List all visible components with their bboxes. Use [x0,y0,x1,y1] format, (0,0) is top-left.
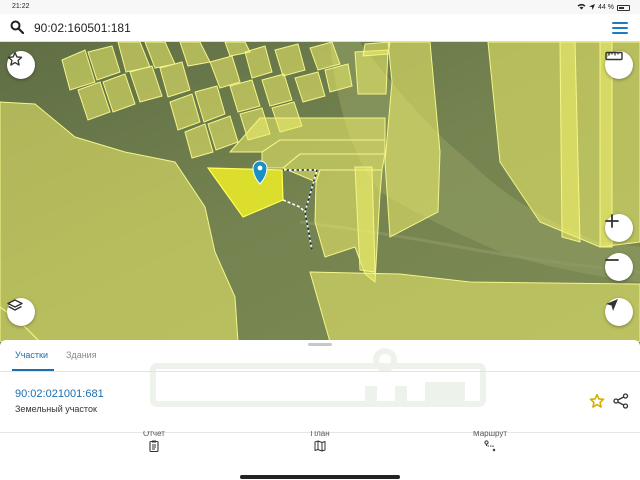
status-time: 21:22 [12,3,30,10]
home-indicator [240,475,400,479]
battery-percent: 44 % [598,4,614,11]
tab-parcels[interactable]: Участки [15,350,48,360]
parcel-info-sheet: Участки Здания 90:02:021001:681 Земельны… [0,340,640,432]
parcel-east-column[interactable] [384,42,441,238]
wifi-icon [577,3,586,12]
nav-report-label: Отчет [143,431,165,438]
nav-report-button[interactable]: Отчет [124,431,184,457]
map-canvas[interactable] [0,42,640,342]
nav-plan-button[interactable]: План [290,431,350,457]
route-icon [484,439,496,457]
nav-plan-label: План [310,431,330,438]
battery-icon [617,4,630,11]
my-location-button[interactable] [605,298,633,326]
zoom-in-button[interactable] [605,214,633,242]
search-input[interactable] [34,21,534,35]
map-icon [314,439,326,457]
parcel-cadastral-number[interactable]: 90:02:021001:681 [15,388,104,400]
nav-route-button[interactable]: Маршрут [460,431,520,457]
parcel-type-label: Земельный участок [15,404,97,414]
cadastral-map[interactable] [0,42,640,342]
clipboard-icon [149,439,159,457]
status-bar: 21:22 44 % [0,0,640,14]
nav-route-label: Маршрут [472,431,508,438]
star-icon[interactable] [589,393,605,414]
bottom-navigation: Отчет План Маршрут [0,431,640,480]
search-icon[interactable] [10,20,25,39]
search-bar [0,14,640,42]
zoom-out-button[interactable] [605,253,633,281]
favorites-button[interactable] [7,51,35,79]
land-parcels [0,42,640,342]
location-status-icon [589,3,596,12]
tab-buildings[interactable]: Здания [66,350,97,360]
ruler-button[interactable] [605,51,633,79]
menu-icon[interactable] [612,22,628,34]
sheet-tabs: Участки Здания [0,340,640,372]
status-right: 44 % [577,3,630,12]
layers-button[interactable] [7,298,35,326]
share-icon[interactable] [613,393,629,414]
active-tab-indicator [12,369,54,371]
